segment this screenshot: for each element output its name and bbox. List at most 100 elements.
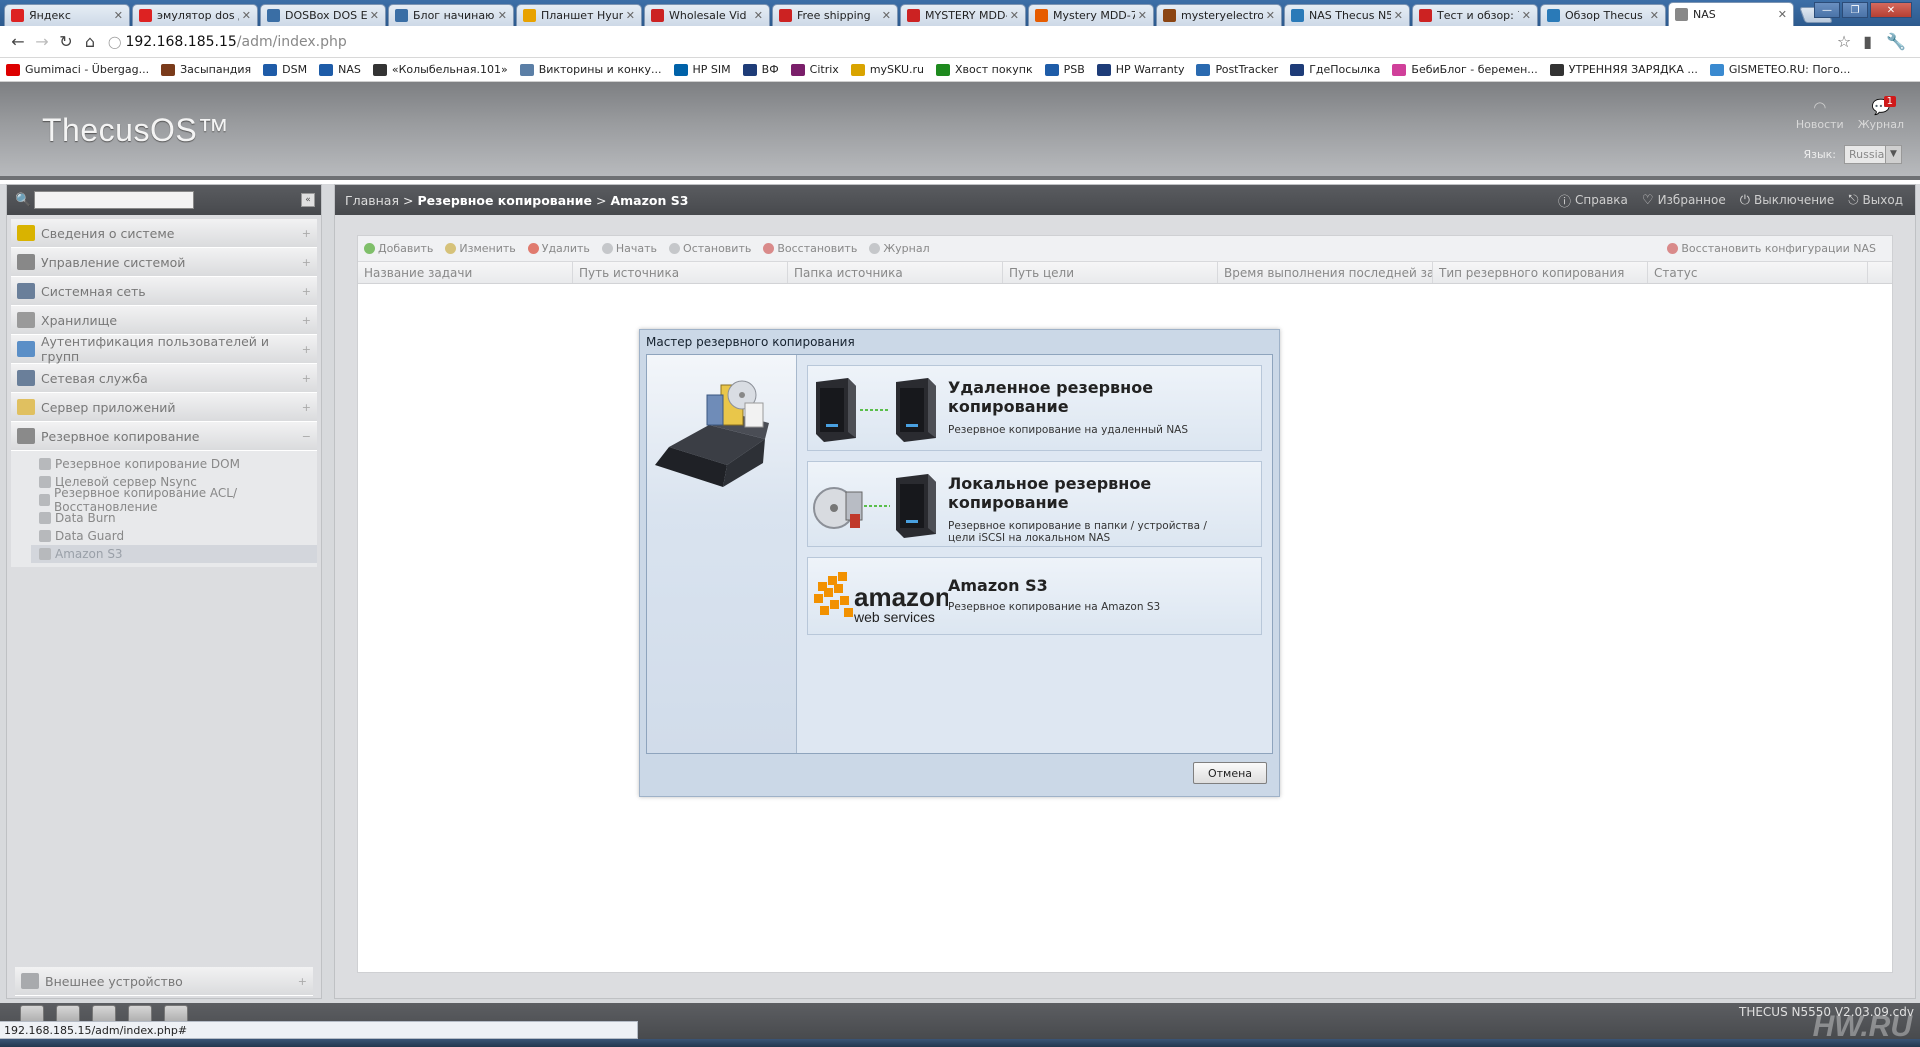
tab-close-icon[interactable]: ✕ (242, 9, 251, 22)
address-bar[interactable]: ◯ 192.168.185.15/adm/index.php ☆ (108, 30, 1855, 54)
column-header[interactable]: Название задачи (358, 262, 573, 283)
browser-tab[interactable]: MYSTERY MDD- ✕ (900, 4, 1026, 26)
browser-tab[interactable]: Mystery MDD-7 ✕ (1028, 4, 1154, 26)
browser-tab[interactable]: эмулятор dos д ✕ (132, 4, 258, 26)
tab-close-icon[interactable]: ✕ (114, 9, 123, 22)
sidebar-item[interactable]: Резервное копирование − (11, 422, 317, 451)
tab-close-icon[interactable]: ✕ (1010, 9, 1019, 22)
sidebar-item[interactable]: Сервер приложений + (11, 393, 317, 422)
tab-close-icon[interactable]: ✕ (1522, 9, 1531, 22)
close-window-button[interactable]: ✕ (1870, 2, 1912, 18)
bookmark-item[interactable]: БебиБлог - беремен... (1392, 63, 1538, 76)
shutdown-button[interactable]: ⏻ Выключение (1740, 193, 1835, 208)
bookmark-item[interactable]: УТРЕННЯЯ ЗАРЯДКА ... (1549, 63, 1698, 76)
column-header[interactable]: Папка источника (788, 262, 1003, 283)
edit-button[interactable]: Изменить (445, 242, 516, 255)
browser-tab[interactable]: NAS ✕ (1668, 2, 1794, 26)
sidebar-item[interactable]: Сведения о системе + (11, 219, 317, 248)
bookmark-item[interactable]: PostTracker (1196, 63, 1278, 76)
logout-button[interactable]: ⎋ Выход (1848, 193, 1903, 208)
sidebar-item[interactable]: Аутентификация пользователей и групп + (11, 334, 317, 364)
browser-tab[interactable]: NAS Thecus N5 ✕ (1284, 4, 1410, 26)
add-button[interactable]: Добавить (364, 242, 433, 255)
tab-close-icon[interactable]: ✕ (1266, 9, 1275, 22)
help-button[interactable]: ⓘ Справка (1558, 191, 1628, 210)
tab-close-icon[interactable]: ✕ (370, 9, 379, 22)
column-header[interactable]: Статус (1648, 262, 1868, 283)
tab-close-icon[interactable]: ✕ (882, 9, 891, 22)
sidebar-search-input[interactable] (34, 191, 195, 209)
bookmark-item[interactable]: PSB (1044, 63, 1085, 76)
bookmark-item[interactable]: GISMETEO.RU: Пого... (1709, 63, 1850, 76)
favorites-button[interactable]: ♡ Избранное (1642, 193, 1726, 208)
browser-tab[interactable]: Планшет Hyun ✕ (516, 4, 642, 26)
sidebar-subitem[interactable]: Amazon S3 (31, 545, 317, 563)
bookmark-item[interactable]: Викторины и конку... (519, 63, 662, 76)
news-button[interactable]: ◠ Новости (1796, 98, 1844, 131)
log-button[interactable]: Журнал (869, 242, 930, 255)
column-header[interactable]: Тип резервного копирования (1433, 262, 1648, 283)
signal-icon[interactable]: ▮ (1863, 32, 1872, 51)
sidebar-item[interactable]: Хранилище + (11, 306, 317, 335)
browser-tab[interactable]: DOSBox DOS E ✕ (260, 4, 386, 26)
home-button[interactable]: ⌂ (78, 30, 102, 54)
minimize-button[interactable]: — (1814, 2, 1840, 18)
browser-tab[interactable]: Блог начинаю ✕ (388, 4, 514, 26)
bookmark-item[interactable]: Citrix (790, 63, 839, 76)
sidebar-subitem[interactable]: Резервное копирование ACL/Восстановление (31, 486, 317, 514)
sidebar-item[interactable]: Сетевая служба + (11, 364, 317, 393)
browser-tab[interactable]: Тест и обзор: 7 ✕ (1412, 4, 1538, 26)
restore-nas-config-button[interactable]: Восстановить конфигурации NAS (1667, 242, 1876, 255)
bookmark-item[interactable]: HP SIM (673, 63, 731, 76)
wrench-icon[interactable]: 🔧 (1886, 32, 1906, 51)
bookmark-item[interactable]: ГдеПосылка (1290, 63, 1380, 76)
remote-backup-option[interactable]: Удаленное резервное копирование Резервно… (807, 365, 1262, 451)
sidebar-item[interactable]: Управление системой + (11, 248, 317, 277)
tab-close-icon[interactable]: ✕ (1778, 8, 1787, 21)
tab-close-icon[interactable]: ✕ (626, 9, 635, 22)
bookmark-item[interactable]: Засыпандия (161, 63, 251, 76)
breadcrumb-home[interactable]: Главная (345, 193, 399, 208)
reload-button[interactable]: ↻ (54, 30, 78, 54)
bookmark-item[interactable]: mySKU.ru (850, 63, 924, 76)
restore-button[interactable]: Восстановить (763, 242, 857, 255)
column-header[interactable]: Путь цели (1003, 262, 1218, 283)
local-backup-option[interactable]: Локальное резервное копирование Резервно… (807, 461, 1262, 547)
stop-button[interactable]: Остановить (669, 242, 751, 255)
add-icon (364, 243, 375, 254)
sidebar-item-external-device[interactable]: Внешнее устройство + (15, 967, 313, 996)
browser-tab[interactable]: Free shipping ✕ (772, 4, 898, 26)
browser-tab[interactable]: Обзор Thecus ✕ (1540, 4, 1666, 26)
bookmark-item[interactable]: ВФ (742, 63, 779, 76)
tab-close-icon[interactable]: ✕ (1138, 9, 1147, 22)
sidebar-subitem[interactable]: Data Guard (31, 527, 317, 545)
sidebar-item[interactable]: Системная сеть + (11, 277, 317, 306)
journal-button[interactable]: 💬 1 Журнал (1858, 96, 1904, 131)
browser-tab[interactable]: mysteryelectror ✕ (1156, 4, 1282, 26)
browser-tab[interactable]: Яндекс ✕ (4, 4, 130, 26)
collapse-sidebar-button[interactable]: « (301, 193, 315, 207)
bookmark-item[interactable]: HP Warranty (1096, 63, 1184, 76)
forward-button[interactable]: → (30, 30, 54, 54)
back-button[interactable]: ← (6, 30, 30, 54)
tab-close-icon[interactable]: ✕ (498, 9, 507, 22)
language-select[interactable]: Russia ▼ (1844, 145, 1902, 164)
bookmark-star-icon[interactable]: ☆ (1837, 32, 1851, 51)
amazon-s3-option[interactable]: amazon web services Amazon S3 Резервное … (807, 557, 1262, 635)
bookmark-item[interactable]: DSM (263, 63, 307, 76)
sidebar-subitem[interactable]: Резервное копирование DOM (31, 455, 317, 473)
bookmark-item[interactable]: Хвост покупк (935, 63, 1033, 76)
bookmark-item[interactable]: «Колыбельная.101» (372, 63, 508, 76)
browser-tab[interactable]: Wholesale Vid ✕ (644, 4, 770, 26)
delete-button[interactable]: Удалить (527, 242, 590, 255)
cancel-button[interactable]: Отмена (1193, 762, 1267, 784)
bookmark-item[interactable]: Gumimaci - Übergag... (6, 63, 149, 76)
tab-close-icon[interactable]: ✕ (1650, 9, 1659, 22)
tab-close-icon[interactable]: ✕ (754, 9, 763, 22)
column-header[interactable]: Путь источника (573, 262, 788, 283)
column-header[interactable]: Время выполнения последней за... (1218, 262, 1433, 283)
tab-close-icon[interactable]: ✕ (1394, 9, 1403, 22)
maximize-button[interactable]: ❐ (1842, 2, 1868, 18)
start-button[interactable]: Начать (601, 242, 657, 255)
bookmark-item[interactable]: NAS (319, 63, 361, 76)
